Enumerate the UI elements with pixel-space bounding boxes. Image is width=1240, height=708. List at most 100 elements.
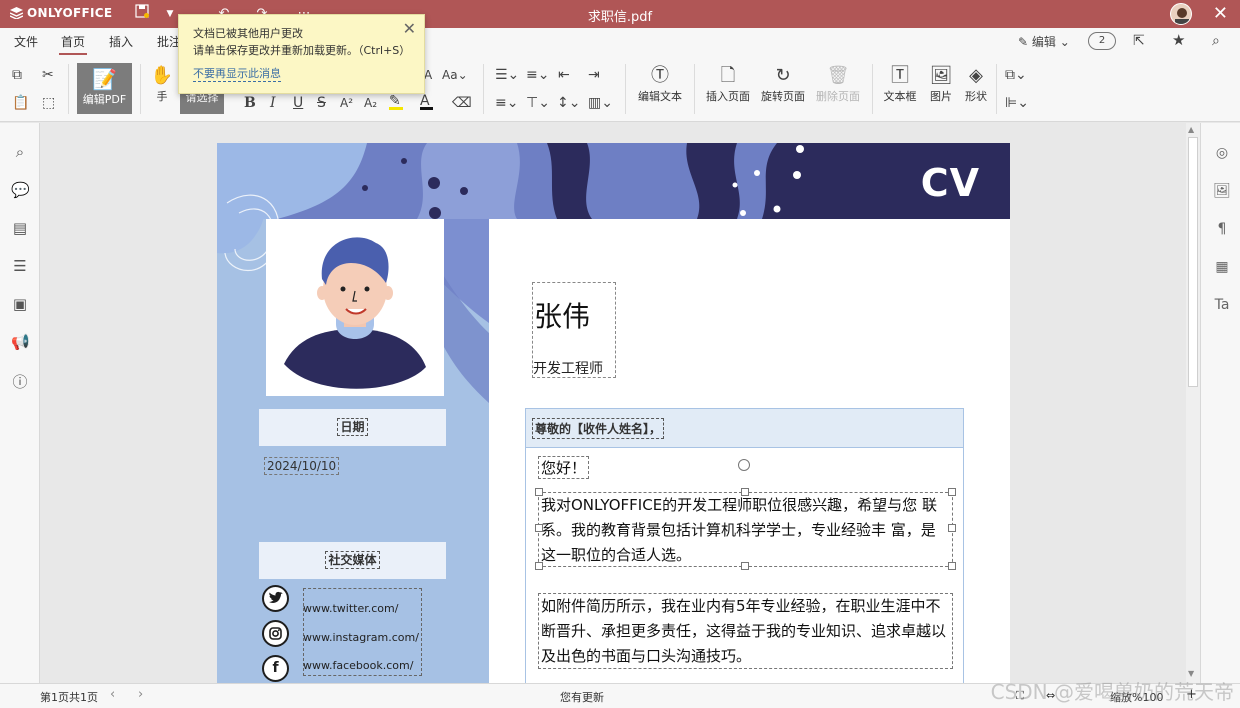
resize-handle[interactable] <box>741 562 749 570</box>
table-settings-icon[interactable]: ▦ <box>1213 259 1231 275</box>
favorite-star-icon[interactable]: ★ <box>1172 31 1185 49</box>
change-notification-toast: 文档已被其他用户更改 请单击保存更改并重新加载更新。（Ctrl+S） 不要再显示… <box>178 14 425 94</box>
edit-text-label: 编辑文本 <box>638 90 682 103</box>
paragraph-2[interactable]: 如附件简历所示，我在业内有5年专业经验，在职业生涯中不断晋升、承担更多责任，这得… <box>538 593 953 669</box>
copy-icon[interactable]: ⧉ <box>12 66 22 84</box>
bold-icon[interactable]: B <box>244 94 256 112</box>
image-settings-icon[interactable]: 🖼 <box>1213 183 1231 199</box>
tab-home[interactable]: 首页 <box>59 33 88 55</box>
applicant-name: 张伟 <box>534 300 591 333</box>
right-panel: ◎ 🖼 ¶ ▦ Ta <box>1200 123 1240 683</box>
dont-show-again-link[interactable]: 不要再显示此消息 <box>193 67 281 82</box>
arrange-icon[interactable]: ⧉⌄ <box>1005 66 1027 84</box>
salutation-text[interactable]: 尊敬的【收件人姓名】， <box>532 418 665 439</box>
edit-pdf-button[interactable]: 📝 编辑PDF <box>77 63 132 114</box>
pdf-page: CV 日期 2024/10/10 社交媒体 f www.twitter.com/… <box>217 143 1010 683</box>
resize-handle[interactable] <box>535 524 543 532</box>
edit-text-button[interactable]: Ⓣ 编辑文本 <box>636 64 684 104</box>
underline-icon[interactable]: U <box>293 94 303 112</box>
shape-settings-icon[interactable]: ◎ <box>1213 145 1231 161</box>
delete-page-button[interactable]: 🗑 删除页面 <box>814 64 862 104</box>
superscript-icon[interactable]: A² <box>340 94 353 112</box>
vertical-align-icon[interactable]: ⊤⌄ <box>526 94 550 112</box>
align-left-icon[interactable]: ≡⌄ <box>495 94 518 112</box>
toolbar-divider <box>694 64 695 114</box>
shape-icon: ◈ <box>969 65 983 86</box>
shape-button[interactable]: ◈ 形状 <box>960 64 992 104</box>
resize-handle[interactable] <box>535 562 543 570</box>
rotate-page-button[interactable]: ↻ 旋转页面 <box>758 64 808 104</box>
subscript-icon[interactable]: A₂ <box>364 94 377 112</box>
update-message[interactable]: 您有更新 <box>560 689 604 705</box>
align-objects-icon[interactable]: ⊫⌄ <box>1005 94 1029 112</box>
close-toast-icon[interactable]: ✕ <box>403 19 416 38</box>
resize-handle[interactable] <box>535 488 543 496</box>
chat-icon[interactable]: ▤ <box>11 219 29 237</box>
paste-icon[interactable]: 📋 <box>12 94 29 112</box>
select-all-icon[interactable]: ⬚ <box>42 94 55 112</box>
thumbnails-icon[interactable]: ▣ <box>11 295 29 313</box>
line-spacing-icon[interactable]: ↕⌄ <box>557 94 580 112</box>
tab-file[interactable]: 文件 <box>12 33 40 50</box>
image-label: 图片 <box>930 90 952 103</box>
highlight-color-icon[interactable]: ✎ <box>389 92 403 110</box>
toolbar-divider <box>483 64 484 114</box>
paragraph-settings-icon[interactable]: ¶ <box>1213 221 1231 237</box>
instagram-url[interactable]: www.instagram.com/ <box>303 631 419 644</box>
resize-handle[interactable] <box>948 488 956 496</box>
columns-icon[interactable]: ▥⌄ <box>588 94 613 112</box>
increase-indent-icon[interactable]: ⇥ <box>588 66 600 84</box>
clear-style-icon[interactable]: ⌫ <box>452 94 472 112</box>
hand-icon: ✋ <box>150 65 174 86</box>
open-location-icon[interactable]: ⇱ <box>1133 33 1145 49</box>
resize-handle[interactable] <box>741 488 749 496</box>
search-icon[interactable]: ⌕ <box>1212 33 1220 49</box>
rotate-icon: ↻ <box>775 65 791 86</box>
name-block[interactable]: 张伟 开发工程师 <box>532 282 616 378</box>
twitter-url[interactable]: www.twitter.com/ <box>303 602 398 615</box>
next-page-icon[interactable]: › <box>138 687 143 702</box>
document-canvas[interactable]: CV 日期 2024/10/10 社交媒体 f www.twitter.com/… <box>41 123 1186 683</box>
close-icon[interactable]: ✕ <box>1213 3 1228 25</box>
cut-icon[interactable]: ✂ <box>42 66 54 84</box>
hand-tool-button[interactable]: ✋ 手 <box>150 64 174 104</box>
italic-icon[interactable]: I <box>270 94 276 112</box>
date-value[interactable]: 2024/10/10 <box>264 457 340 475</box>
text-box-button[interactable]: 🅃 文本框 <box>880 64 920 104</box>
trash-icon: 🗑 <box>826 65 850 86</box>
resize-handle[interactable] <box>948 562 956 570</box>
rotate-handle-icon[interactable] <box>738 459 750 471</box>
strikethrough-icon[interactable]: S <box>317 94 326 112</box>
scroll-up-icon[interactable]: ▲ <box>1188 125 1194 134</box>
facebook-url[interactable]: www.facebook.com/ <box>303 659 413 672</box>
greeting-text[interactable]: 您好！ <box>538 456 590 479</box>
edit-mode-dropdown[interactable]: ✎ 编辑 ⌄ <box>1018 33 1070 50</box>
toolbar-divider <box>140 64 141 114</box>
feedback-icon[interactable]: 📢 <box>11 333 30 351</box>
comments-icon[interactable]: 💬 <box>11 181 30 199</box>
toolbar-divider <box>996 64 997 114</box>
paragraph-1-selected[interactable]: 我对ONLYOFFICE的开发工程师职位很感兴趣，希望与您 联系。我的教育背景包… <box>538 492 953 567</box>
resize-handle[interactable] <box>948 524 956 532</box>
text-art-settings-icon[interactable]: Ta <box>1213 297 1231 313</box>
change-case-icon[interactable]: Aa⌄ <box>442 66 468 84</box>
co-editors-badge[interactable]: 2 <box>1088 32 1116 50</box>
user-avatar[interactable] <box>1170 3 1192 25</box>
insert-page-button[interactable]: 🗋 插入页面 <box>704 64 752 104</box>
bullets-icon[interactable]: ☰⌄ <box>495 66 519 84</box>
scroll-thumb[interactable] <box>1188 137 1198 387</box>
about-icon[interactable]: ⓘ <box>11 371 29 392</box>
toolbar-divider <box>625 64 626 114</box>
decrease-indent-icon[interactable]: ⇤ <box>558 66 570 84</box>
font-color-icon[interactable]: A <box>420 92 433 110</box>
image-button[interactable]: 🖼 图片 <box>925 64 957 104</box>
numbering-icon[interactable]: ≡⌄ <box>526 66 549 84</box>
font-size-increase-icon[interactable]: A <box>424 66 432 84</box>
prev-page-icon[interactable]: ‹ <box>110 687 115 702</box>
vertical-scrollbar[interactable]: ▲ ▼ <box>1186 123 1200 683</box>
tab-insert[interactable]: 插入 <box>107 33 135 50</box>
search-icon[interactable]: ⌕ <box>11 143 29 161</box>
navigation-icon[interactable]: ☰ <box>11 257 29 275</box>
page-info: 第1页共1页 <box>40 691 98 704</box>
text-box-icon: 🅃 <box>891 65 909 86</box>
